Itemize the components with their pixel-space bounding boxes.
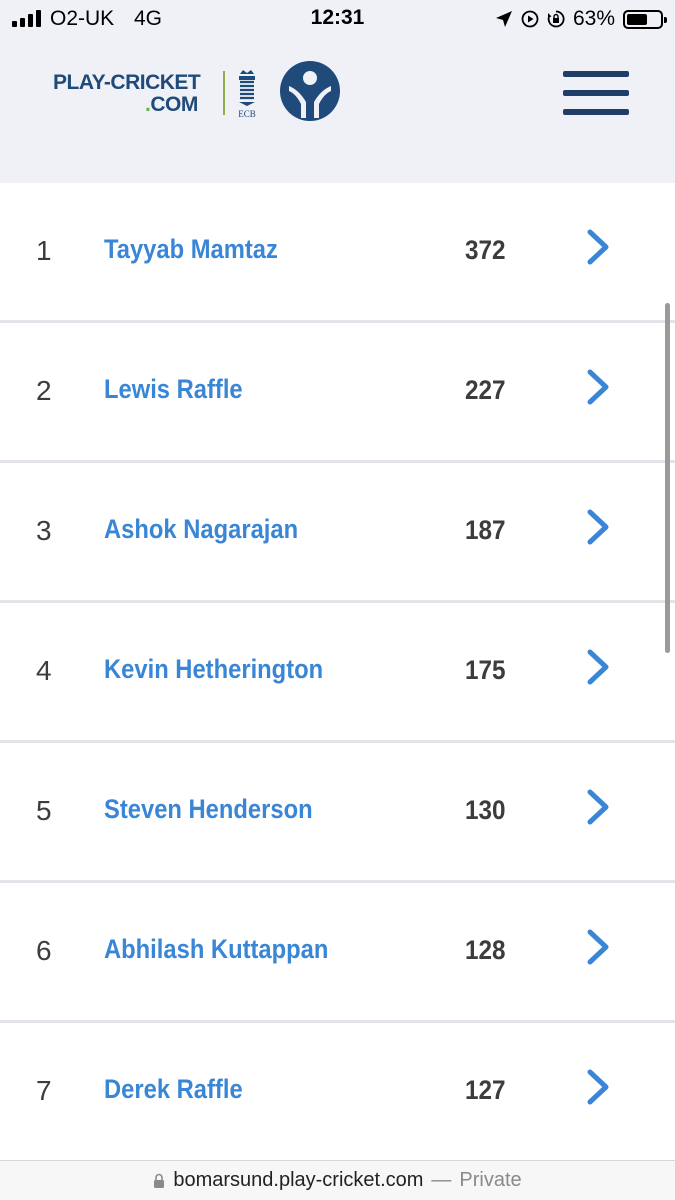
player-row[interactable]: 4 Kevin Hetherington 175 xyxy=(0,603,675,743)
player-score: 227 xyxy=(465,375,506,405)
logo-text-bottom: .COM xyxy=(53,94,200,116)
player-score: 130 xyxy=(465,795,506,825)
player-score: 187 xyxy=(465,515,506,545)
status-icons: 63% xyxy=(495,7,667,31)
battery-percent: 63% xyxy=(572,7,615,30)
player-row[interactable]: 5 Steven Henderson 130 xyxy=(0,743,675,883)
player-name-link[interactable]: Kevin Hetherington xyxy=(104,654,323,685)
hamburger-menu-icon[interactable] xyxy=(563,71,629,117)
player-score: 372 xyxy=(465,235,506,265)
chevron-right-icon[interactable] xyxy=(585,649,611,685)
site-header: PLAY-CRICKET .COM ECB xyxy=(0,38,675,155)
logo-com: COM xyxy=(150,93,198,116)
orientation-lock-icon xyxy=(547,9,565,29)
player-rank: 5 xyxy=(36,795,52,826)
chevron-right-icon[interactable] xyxy=(585,229,611,265)
logo-divider xyxy=(223,71,225,115)
player-name-link[interactable]: Ashok Nagarajan xyxy=(104,514,298,545)
page-scrollbar[interactable] xyxy=(665,303,670,653)
player-name-link[interactable]: Derek Raffle xyxy=(104,1074,243,1105)
lock-icon xyxy=(153,1173,165,1189)
player-ranking-list: 1 Tayyab Mamtaz 372 2 Lewis Raffle 227 3 Ashok … xyxy=(0,183,675,1163)
header-spacer xyxy=(0,155,675,183)
status-bar: O2-UK 4G 12:31 63% xyxy=(0,0,675,38)
browser-url-bar[interactable]: bomarsund.play-cricket.com — Private xyxy=(0,1160,675,1200)
battery-icon xyxy=(623,9,667,29)
player-name-link[interactable]: Lewis Raffle xyxy=(104,374,243,405)
chevron-right-icon[interactable] xyxy=(585,929,611,965)
player-row[interactable]: 2 Lewis Raffle 227 xyxy=(0,323,675,463)
url-domain: bomarsund.play-cricket.com xyxy=(173,1169,424,1191)
player-score: 128 xyxy=(465,935,506,965)
private-browsing-label: Private xyxy=(459,1169,522,1191)
ecb-crest-icon: ECB xyxy=(235,68,259,120)
chevron-right-icon[interactable] xyxy=(585,1069,611,1105)
chevron-right-icon[interactable] xyxy=(585,509,611,545)
ecb-label: ECB xyxy=(238,109,256,119)
player-row[interactable]: 6 Abhilash Kuttappan 128 xyxy=(0,883,675,1023)
player-rank: 4 xyxy=(36,655,52,686)
logo-text-top: PLAY-CRICKET xyxy=(53,71,201,94)
player-row[interactable]: 7 Derek Raffle 127 xyxy=(0,1023,675,1163)
club-logo-icon[interactable] xyxy=(279,60,341,122)
player-name-link[interactable]: Abhilash Kuttappan xyxy=(104,934,328,965)
player-rank: 3 xyxy=(36,515,52,546)
chevron-right-icon[interactable] xyxy=(585,369,611,405)
player-rank: 6 xyxy=(36,935,52,966)
player-row[interactable]: 1 Tayyab Mamtaz 372 xyxy=(0,183,675,323)
play-cricket-logo[interactable]: PLAY-CRICKET .COM xyxy=(53,71,201,116)
player-score: 127 xyxy=(465,1075,506,1105)
player-name-link[interactable]: Steven Henderson xyxy=(104,794,313,825)
location-arrow-icon xyxy=(495,9,513,29)
player-name-link[interactable]: Tayyab Mamtaz xyxy=(104,234,278,265)
chevron-right-icon[interactable] xyxy=(585,789,611,825)
url-separator: — xyxy=(431,1169,452,1191)
screen-record-icon xyxy=(521,9,539,29)
player-score: 175 xyxy=(465,655,506,685)
player-rank: 7 xyxy=(36,1075,52,1106)
player-row[interactable]: 3 Ashok Nagarajan 187 xyxy=(0,463,675,603)
player-rank: 1 xyxy=(36,235,52,266)
player-rank: 2 xyxy=(36,375,52,406)
